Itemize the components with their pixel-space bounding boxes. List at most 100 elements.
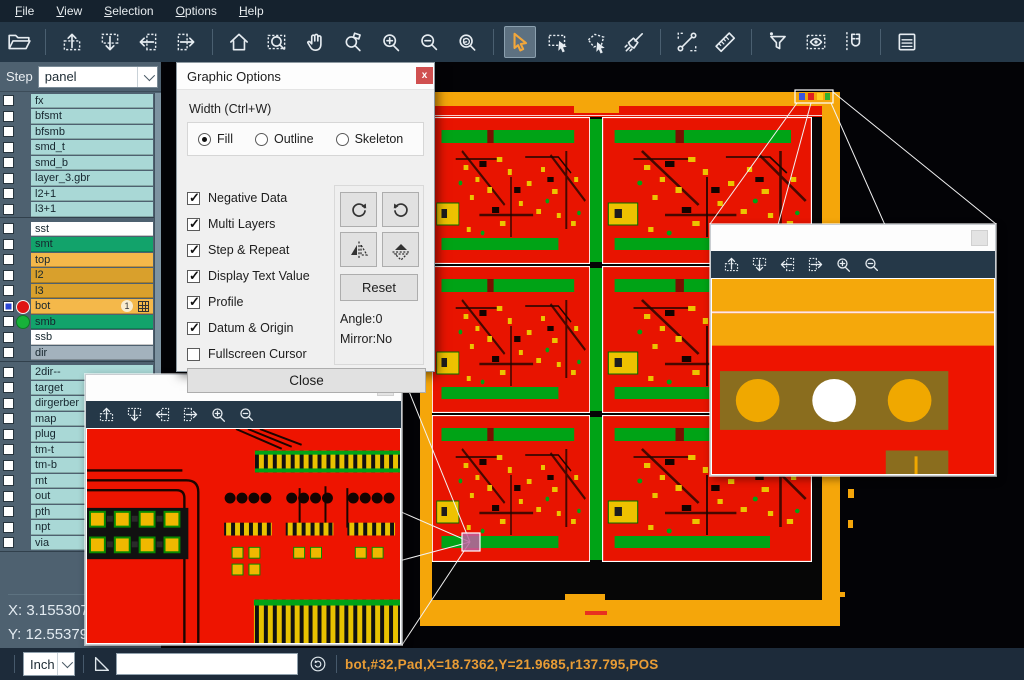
open-folder-button[interactable]	[3, 26, 35, 58]
layer-name[interactable]: l3+1	[31, 202, 153, 217]
rotate-ccw-button[interactable]	[382, 192, 419, 227]
layer-checkbox[interactable]	[3, 142, 14, 153]
shift-view-left-button[interactable]	[132, 26, 164, 58]
layer-checkbox[interactable]	[3, 254, 14, 265]
checkbox-negative-data[interactable]: Negative Data	[187, 185, 342, 211]
layer-name[interactable]: smd_b	[31, 156, 153, 171]
layer-name[interactable]: layer_3.gbr	[31, 171, 153, 186]
shift-view-up-button[interactable]	[56, 26, 88, 58]
layer-checkbox[interactable]	[3, 537, 14, 548]
layer-checkbox[interactable]	[3, 270, 14, 281]
apply-refresh-icon[interactable]	[308, 654, 328, 674]
layer-checkbox[interactable]	[3, 316, 14, 327]
shift-view-right-button[interactable]	[803, 253, 827, 277]
mirror-horizontal-button[interactable]	[382, 232, 419, 267]
layer-name[interactable]: bfsmt	[31, 109, 153, 124]
layer-name[interactable]: l2	[31, 268, 153, 283]
graphic-options-dialog[interactable]: Graphic Options x Width (Ctrl+W) FillOut…	[176, 62, 435, 372]
zoom-window-button[interactable]	[261, 26, 293, 58]
shift-view-down-button[interactable]	[122, 403, 146, 427]
menu-item-view[interactable]: View	[47, 2, 91, 20]
layer-name[interactable]: bot1	[31, 299, 153, 314]
magnifier-window-right[interactable]	[710, 224, 996, 476]
close-button[interactable]: Close	[187, 368, 426, 393]
unit-select[interactable]: Inch	[23, 652, 75, 676]
menu-item-file[interactable]: File	[6, 2, 43, 20]
layer-checkbox[interactable]	[3, 332, 14, 343]
radio-outline[interactable]: Outline	[255, 132, 314, 146]
select-polygon-button[interactable]	[580, 26, 612, 58]
menu-item-help[interactable]: Help	[230, 2, 273, 20]
zoom-out-button[interactable]	[234, 403, 258, 427]
layer-checkbox[interactable]	[3, 111, 14, 122]
layer-checkbox[interactable]	[3, 95, 14, 106]
layer-checkbox[interactable]	[3, 491, 14, 502]
layer-checkbox[interactable]	[3, 126, 14, 137]
layer-checkbox[interactable]	[3, 444, 14, 455]
layer-checkbox[interactable]	[3, 475, 14, 486]
pan-hand-button[interactable]	[299, 26, 331, 58]
select-window-button[interactable]	[542, 26, 574, 58]
layer-checkbox[interactable]	[3, 367, 14, 378]
filter-button[interactable]	[762, 26, 794, 58]
layer-name[interactable]: smd_t	[31, 140, 153, 155]
layer-checkbox[interactable]	[3, 223, 14, 234]
snap-magnet-button[interactable]	[838, 26, 870, 58]
magnifier-view[interactable]	[711, 278, 995, 475]
step-select[interactable]: panel	[38, 66, 158, 88]
checkbox-datum-origin[interactable]: Datum & Origin	[187, 315, 342, 341]
shift-view-right-button[interactable]	[170, 26, 202, 58]
zoom-object-button[interactable]	[337, 26, 369, 58]
home-view-button[interactable]	[223, 26, 255, 58]
mirror-vertical-button[interactable]	[340, 232, 377, 267]
layer-checkbox[interactable]	[3, 204, 14, 215]
layer-checkbox[interactable]	[3, 188, 14, 199]
checkbox-step-repeat[interactable]: Step & Repeat	[187, 237, 342, 263]
layer-name[interactable]: smb	[31, 315, 153, 330]
layer-name[interactable]: l3	[31, 284, 153, 299]
layer-checkbox[interactable]	[3, 398, 14, 409]
window-control-button[interactable]	[971, 230, 988, 246]
layer-checkbox[interactable]	[3, 413, 14, 424]
reset-button[interactable]: Reset	[340, 274, 418, 301]
view-options-button[interactable]	[800, 26, 832, 58]
menu-item-selection[interactable]: Selection	[95, 2, 162, 20]
radio-skeleton[interactable]: Skeleton	[336, 132, 404, 146]
layer-checkbox[interactable]	[3, 347, 14, 358]
checkbox-fullscreen-cursor[interactable]: Fullscreen Cursor	[187, 341, 342, 367]
layer-checkbox[interactable]	[3, 382, 14, 393]
zoom-in-button[interactable]	[206, 403, 230, 427]
select-pointer-button[interactable]	[504, 26, 536, 58]
checkbox-profile[interactable]: Profile	[187, 289, 342, 315]
shift-view-right-button[interactable]	[178, 403, 202, 427]
checkbox-display-text-value[interactable]: Display Text Value	[187, 263, 342, 289]
chevron-down-icon[interactable]	[137, 67, 157, 87]
chevron-down-icon[interactable]	[57, 653, 74, 675]
layer-name[interactable]: sst	[31, 222, 153, 237]
magnifier-window-left[interactable]	[85, 374, 402, 645]
radio-fill[interactable]: Fill	[198, 132, 233, 146]
layer-checkbox[interactable]	[3, 157, 14, 168]
zoom-out-button[interactable]	[859, 253, 883, 277]
menu-item-options[interactable]: Options	[167, 2, 226, 20]
step-repeat-grid-icon[interactable]	[138, 301, 149, 312]
clear-highlight-button[interactable]	[618, 26, 650, 58]
zoom-out-button[interactable]	[413, 26, 445, 58]
layer-name[interactable]: top	[31, 253, 153, 268]
zoom-in-button[interactable]	[831, 253, 855, 277]
layer-name[interactable]: bfsmb	[31, 125, 153, 140]
magnifier-title-bar[interactable]	[711, 225, 995, 251]
dialog-title-bar[interactable]: Graphic Options x	[177, 63, 434, 90]
layer-name[interactable]: dir	[31, 346, 153, 361]
layer-checkbox[interactable]	[3, 301, 14, 312]
layer-name[interactable]: ssb	[31, 330, 153, 345]
layer-checkbox[interactable]	[3, 173, 14, 184]
layer-name[interactable]: l2+1	[31, 187, 153, 202]
layer-checkbox[interactable]	[3, 522, 14, 533]
layer-checkbox[interactable]	[3, 239, 14, 250]
layer-checkbox[interactable]	[3, 285, 14, 296]
layer-checkbox[interactable]	[3, 506, 14, 517]
shift-view-up-button[interactable]	[94, 403, 118, 427]
shift-view-down-button[interactable]	[747, 253, 771, 277]
layer-checkbox[interactable]	[3, 460, 14, 471]
